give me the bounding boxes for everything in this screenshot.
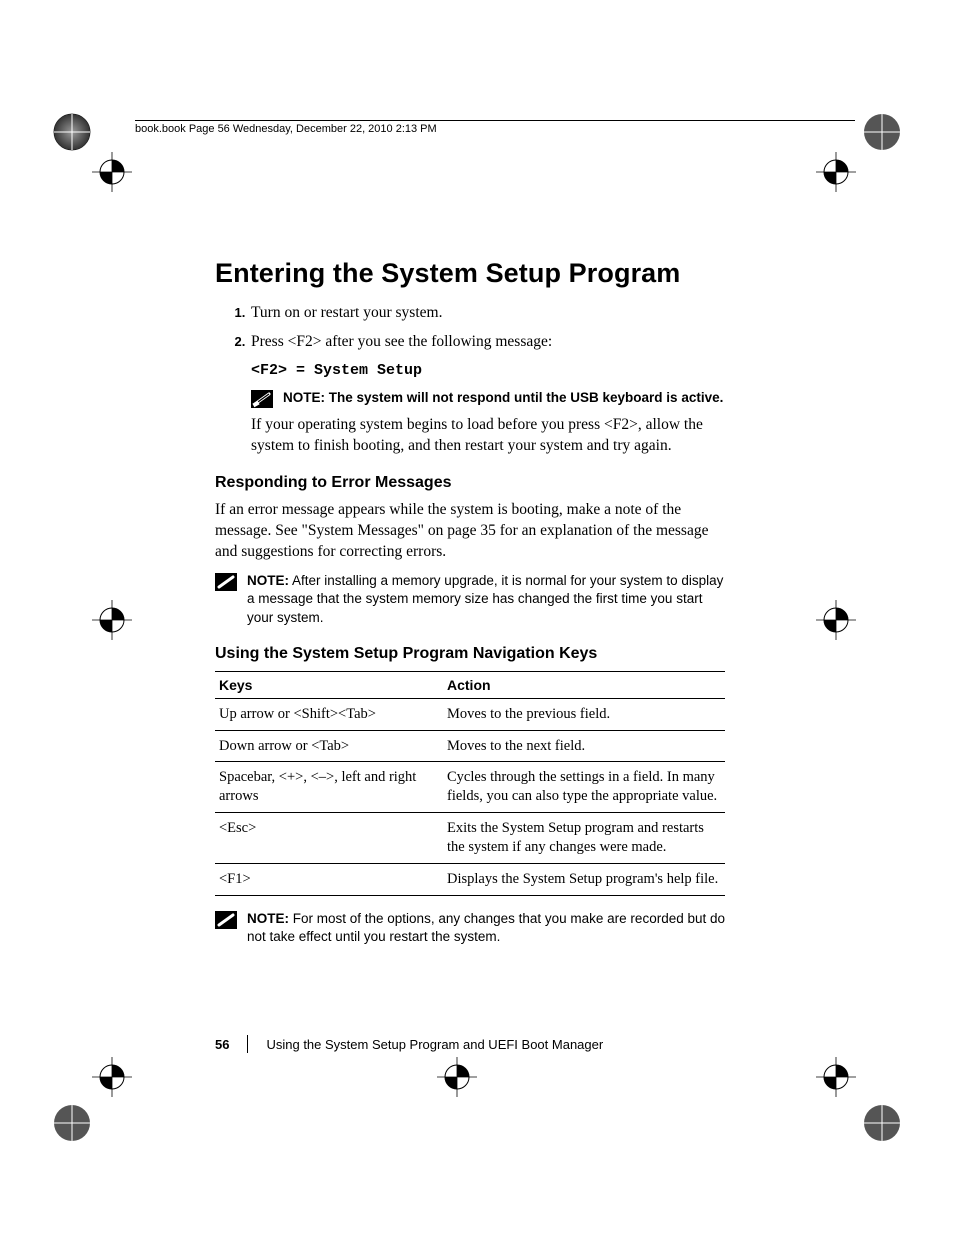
crop-registration-mr bbox=[814, 598, 864, 648]
crop-registration-bc bbox=[435, 1055, 485, 1105]
table-row: Spacebar, <+>, <–>, left and right arrow… bbox=[215, 762, 725, 813]
page-title: Entering the System Setup Program bbox=[215, 258, 725, 289]
crop-mark-bl bbox=[50, 1085, 110, 1145]
code-line: <F2> = System Setup bbox=[251, 361, 725, 381]
note-icon bbox=[215, 572, 237, 592]
cell-action: Moves to the next field. bbox=[443, 730, 725, 762]
crop-mark-tr bbox=[844, 110, 904, 170]
note-1-body: NOTE: The system will not respond until … bbox=[283, 389, 723, 407]
page-header-strip: book.book Page 56 Wednesday, December 22… bbox=[135, 120, 855, 135]
cell-action: Displays the System Setup program's help… bbox=[443, 863, 725, 895]
cell-keys: <Esc> bbox=[215, 813, 443, 864]
page-content: Entering the System Setup Program Turn o… bbox=[215, 258, 725, 952]
col-action: Action bbox=[443, 671, 725, 698]
table-header-row: Keys Action bbox=[215, 671, 725, 698]
note-icon bbox=[215, 910, 237, 930]
crop-mark-tl bbox=[50, 110, 110, 170]
step-2-followup: If your operating system begins to load … bbox=[251, 415, 725, 456]
table-row: <F1> Displays the System Setup program's… bbox=[215, 863, 725, 895]
error-paragraph: If an error message appears while the sy… bbox=[215, 500, 725, 562]
cell-keys: Up arrow or <Shift><Tab> bbox=[215, 698, 443, 730]
crop-registration-ml bbox=[90, 598, 140, 648]
note-2-body: NOTE: After installing a memory upgrade,… bbox=[247, 572, 725, 627]
step-1: Turn on or restart your system. bbox=[249, 303, 725, 324]
heading-nav-keys: Using the System Setup Program Navigatio… bbox=[215, 645, 725, 663]
note-2: NOTE: After installing a memory upgrade,… bbox=[215, 572, 725, 627]
note-3-label: NOTE: bbox=[247, 911, 289, 926]
nav-keys-table: Keys Action Up arrow or <Shift><Tab> Mov… bbox=[215, 671, 725, 896]
step-2-text: Press <F2> after you see the following m… bbox=[251, 333, 552, 350]
note-1-label: NOTE: bbox=[283, 390, 325, 405]
footer-title: Using the System Setup Program and UEFI … bbox=[266, 1037, 603, 1052]
note-1: NOTE: The system will not respond until … bbox=[251, 389, 725, 409]
cell-keys: Down arrow or <Tab> bbox=[215, 730, 443, 762]
note-1-text: The system will not respond until the US… bbox=[325, 390, 723, 405]
cell-keys: Spacebar, <+>, <–>, left and right arrow… bbox=[215, 762, 443, 813]
note-3-text: For most of the options, any changes tha… bbox=[247, 911, 725, 944]
header-strip-text: book.book Page 56 Wednesday, December 22… bbox=[135, 123, 437, 135]
page-footer: 56 Using the System Setup Program and UE… bbox=[215, 1035, 725, 1053]
table-row: <Esc> Exits the System Setup program and… bbox=[215, 813, 725, 864]
crop-registration-tr bbox=[814, 150, 864, 200]
note-icon bbox=[251, 389, 273, 409]
note-3-body: NOTE: For most of the options, any chang… bbox=[247, 910, 725, 946]
cell-action: Exits the System Setup program and resta… bbox=[443, 813, 725, 864]
table-row: Up arrow or <Shift><Tab> Moves to the pr… bbox=[215, 698, 725, 730]
crop-mark-br bbox=[844, 1085, 904, 1145]
note-2-text: After installing a memory upgrade, it is… bbox=[247, 573, 723, 624]
col-keys: Keys bbox=[215, 671, 443, 698]
heading-responding-errors: Responding to Error Messages bbox=[215, 474, 725, 492]
crop-registration-br bbox=[814, 1055, 864, 1105]
steps-list: Turn on or restart your system. Press <F… bbox=[215, 303, 725, 456]
footer-separator bbox=[247, 1035, 248, 1053]
crop-registration-bl bbox=[90, 1055, 140, 1105]
cell-action: Moves to the previous field. bbox=[443, 698, 725, 730]
step-1-text: Turn on or restart your system. bbox=[251, 304, 442, 321]
note-2-label: NOTE: bbox=[247, 573, 289, 588]
step-2: Press <F2> after you see the following m… bbox=[249, 332, 725, 456]
cell-keys: <F1> bbox=[215, 863, 443, 895]
crop-registration-tl bbox=[90, 150, 140, 200]
page-number: 56 bbox=[215, 1037, 229, 1052]
note-3: NOTE: For most of the options, any chang… bbox=[215, 910, 725, 946]
table-row: Down arrow or <Tab> Moves to the next fi… bbox=[215, 730, 725, 762]
cell-action: Cycles through the settings in a field. … bbox=[443, 762, 725, 813]
